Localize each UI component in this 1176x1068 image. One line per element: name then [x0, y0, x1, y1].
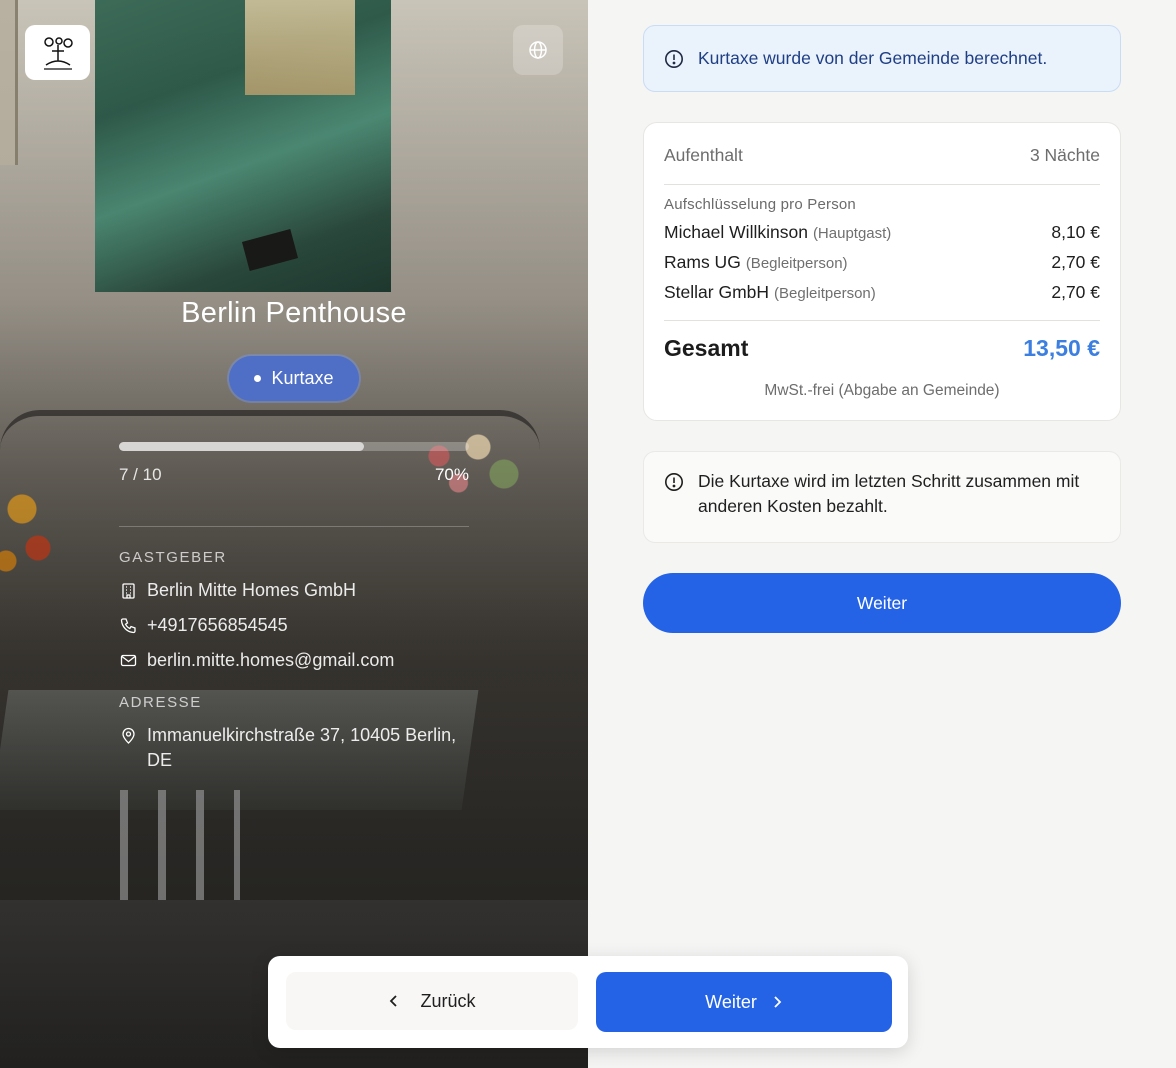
language-button[interactable] [513, 25, 563, 75]
person-name: Rams UG [664, 252, 741, 272]
progress-fill [119, 442, 364, 451]
progress-percent: 70% [434, 465, 469, 484]
calculation-notice-text: Kurtaxe wurde von der Gemeinde berechnet… [698, 48, 1048, 68]
person-role: (Begleitperson) [774, 285, 876, 302]
total-label: Gesamt [664, 335, 749, 361]
next-button[interactable]: Weiter [596, 972, 892, 1032]
address-section-label: ADRESSE [119, 694, 202, 711]
logo[interactable] [25, 25, 90, 80]
badge-label: Kurtaxe [271, 368, 334, 388]
address-line1: Immanuelkirchstraße 37, 10405 Berlin, [147, 725, 457, 745]
host-email[interactable]: berlin.mitte.homes@gmail.com [147, 648, 394, 673]
hero-panel: Berlin Penthouse Kurtaxe 7 / 10 70% GAST… [0, 0, 588, 1068]
person-role: (Hauptgast) [812, 225, 892, 242]
person-row: Rams UG (Begleitperson) 2,70 € [664, 252, 1100, 273]
person-row: Michael Willkinson (Hauptgast) 8,10 € [664, 222, 1100, 243]
address-text: Immanuelkirchstraße 37, 10405 Berlin, DE [147, 723, 456, 773]
host-phone-row[interactable]: +4917656854545 [119, 613, 288, 638]
person-name: Stellar GmbH [664, 282, 770, 302]
back-button[interactable]: Zurück [286, 972, 578, 1030]
person-amount: 8,10 € [1051, 222, 1100, 242]
tax-summary-card: Aufenthalt 3 Nächte Aufschlüsselung pro … [643, 122, 1121, 421]
badge-dot [254, 375, 262, 382]
person-role: (Begleitperson) [745, 255, 848, 272]
next-button-label: Weiter [705, 991, 757, 1012]
breakdown-title: Aufschlüsselung pro Person [664, 196, 856, 213]
calculation-notice: Kurtaxe wurde von der Gemeinde berechnet… [643, 25, 1121, 92]
host-email-row[interactable]: berlin.mitte.homes@gmail.com [119, 648, 394, 673]
stay-value: 3 Nächte [1029, 145, 1100, 165]
bottom-navigation: Zurück Weiter [268, 956, 908, 1048]
address-row: Immanuelkirchstraße 37, 10405 Berlin, DE [119, 723, 456, 773]
host-phone[interactable]: +4917656854545 [147, 613, 288, 638]
divider [119, 526, 469, 527]
info-icon [665, 473, 683, 491]
person-row: Stellar GmbH (Begleitperson) 2,70 € [664, 282, 1100, 303]
chevron-left-icon [390, 995, 398, 1007]
person-amount: 2,70 € [1051, 252, 1100, 272]
globe-icon [529, 41, 547, 59]
continue-button[interactable]: Weiter [643, 573, 1121, 633]
total-row: Gesamt 13,50 € [664, 335, 1100, 362]
mail-icon [119, 648, 137, 673]
payment-notice: Die Kurtaxe wird im letzten Schritt zusa… [643, 451, 1121, 543]
host-company-row: Berlin Mitte Homes GmbH [119, 578, 356, 603]
stay-label: Aufenthalt [664, 145, 743, 165]
progress-bar [119, 442, 469, 451]
host-company: Berlin Mitte Homes GmbH [147, 580, 357, 600]
chevron-right-icon [774, 996, 782, 1008]
host-section-label: GASTGEBER [119, 549, 227, 566]
vat-note: MwSt.-frei (Abgabe an Gemeinde) [764, 382, 1000, 399]
address-line2: DE [147, 750, 173, 770]
stay-row: Aufenthalt 3 Nächte [664, 145, 1100, 166]
info-icon [665, 49, 683, 68]
step-badge: Kurtaxe [229, 356, 359, 401]
property-title: Berlin Penthouse [181, 297, 407, 329]
building-icon [119, 578, 137, 603]
map-pin-icon [119, 723, 137, 748]
total-value: 13,50 € [1023, 335, 1100, 361]
payment-notice-text: Die Kurtaxe wird im letzten Schritt zusa… [698, 471, 1080, 516]
divider [664, 320, 1100, 321]
phone-icon [119, 613, 137, 638]
person-name: Michael Willkinson [664, 222, 808, 242]
logo-icon [43, 36, 73, 70]
divider [664, 184, 1100, 185]
person-amount: 2,70 € [1051, 282, 1100, 302]
progress-count: 7 / 10 [119, 465, 162, 484]
back-button-label: Zurück [420, 990, 476, 1011]
